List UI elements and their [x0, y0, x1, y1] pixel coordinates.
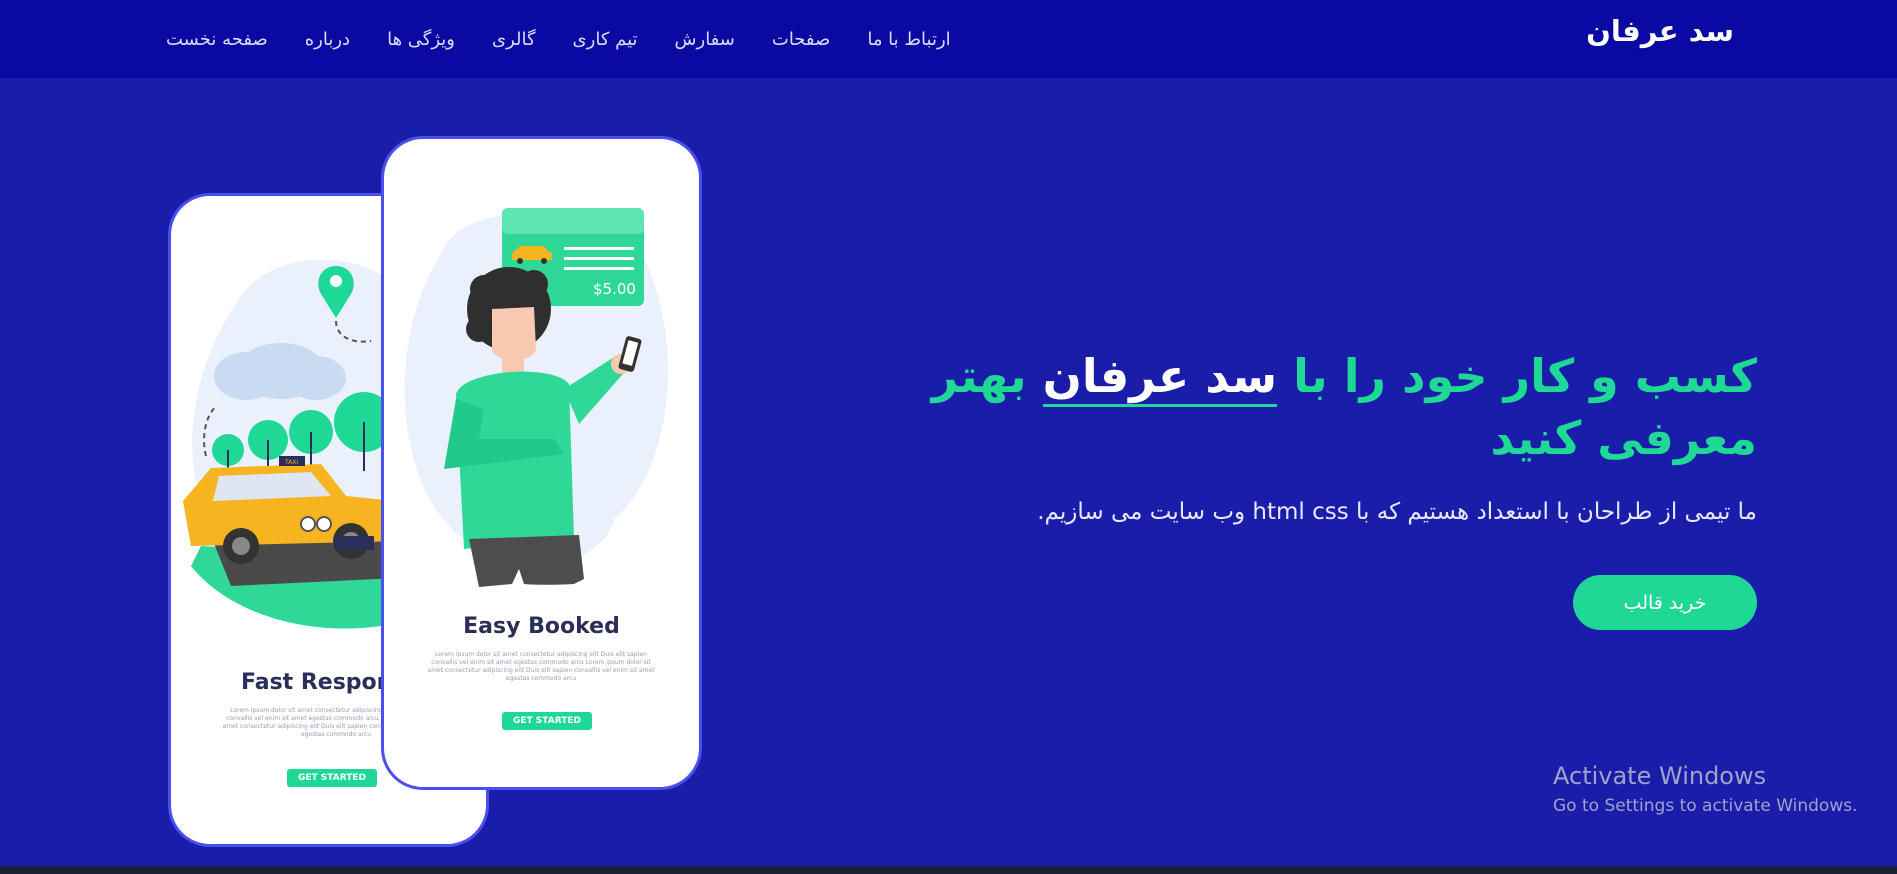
hero-subtitle: ما تیمی از طراحان با استعداد هستیم که با… [1037, 499, 1757, 525]
phone-mockup-easy-booked: $5.00 Easy Booked Lorem ipsum dolor sit … [381, 136, 702, 790]
brand-logo[interactable]: سد عرفان [1586, 14, 1734, 48]
nav-menu: صفحه نخست درباره ویژگی ها گالری تیم کاری… [166, 0, 951, 78]
headline-part1: کسب و کار خود را با [1277, 349, 1757, 403]
taskbar-edge [0, 866, 1897, 874]
nav-item-home[interactable]: صفحه نخست [166, 29, 268, 50]
headline-brand: سد عرفان [1042, 348, 1278, 407]
nav-item-pages[interactable]: صفحات [772, 29, 830, 50]
person-illustration [404, 208, 668, 587]
nav-item-about[interactable]: درباره [305, 29, 350, 50]
get-started-button[interactable]: GET STARTED [287, 769, 377, 787]
svg-text:TAXI: TAXI [284, 459, 298, 466]
buy-template-button[interactable]: خرید قالب [1573, 575, 1757, 630]
phone-title: Easy Booked [463, 614, 620, 639]
receipt-price: $5.00 [593, 280, 636, 298]
hero-section: کسب و کار خود را با سد عرفان بهتر معرفی … [877, 345, 1757, 525]
nav-item-contact[interactable]: ارتباط با ما [867, 29, 950, 50]
watermark-subtitle: Go to Settings to activate Windows. [1553, 796, 1858, 816]
nav-item-team[interactable]: تیم کاری [573, 29, 638, 50]
windows-activation-watermark: Activate Windows Go to Settings to activ… [1553, 762, 1858, 816]
nav-item-gallery[interactable]: گالری [492, 29, 536, 50]
nav-item-order[interactable]: سفارش [675, 29, 735, 50]
get-started-button[interactable]: GET STARTED [502, 712, 592, 730]
watermark-title: Activate Windows [1553, 762, 1767, 790]
phone-body-text: Lorem ipsum dolor sit amet consectetur a… [427, 651, 655, 682]
top-navbar: صفحه نخست درباره ویژگی ها گالری تیم کاری… [0, 0, 1897, 78]
hero-headline: کسب و کار خود را با سد عرفان بهتر معرفی … [877, 345, 1757, 469]
nav-item-features[interactable]: ویژگی ها [387, 29, 455, 50]
